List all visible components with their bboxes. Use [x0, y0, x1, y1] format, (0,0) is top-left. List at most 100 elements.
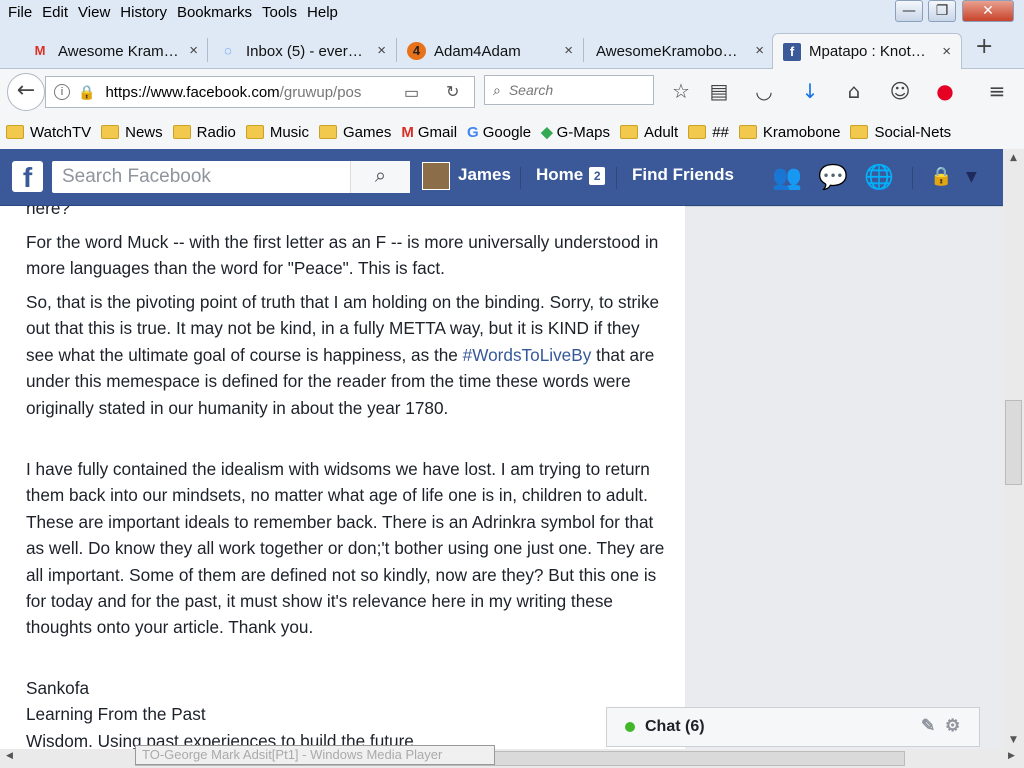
messages-icon[interactable]: 💬 — [818, 163, 848, 191]
profile-link[interactable]: James — [458, 165, 511, 185]
gmail-icon: M — [401, 123, 414, 141]
new-message-icon[interactable]: ✎ — [921, 716, 935, 736]
scroll-left-icon[interactable]: ◀ — [6, 751, 13, 761]
bookmarks-list-icon[interactable]: ▤ — [706, 79, 732, 103]
loading-icon: ◌ — [224, 43, 232, 58]
facebook-search-input[interactable]: Search Facebook ⌕ — [52, 161, 410, 193]
bookmark-social-nets[interactable]: Social-Nets — [850, 124, 951, 141]
folder-icon — [688, 125, 707, 139]
tab-close-icon[interactable]: × — [564, 42, 573, 59]
home-icon[interactable]: ⌂ — [841, 79, 867, 103]
tab-close-icon[interactable]: × — [942, 43, 951, 60]
tab-mpatapo[interactable]: f Mpatapo : Knot… × — [772, 33, 962, 69]
search-placeholder: Search — [508, 82, 554, 98]
tab-gmail[interactable]: M Awesome Kram… × — [20, 33, 208, 69]
lock-icon: 🔒 — [78, 83, 96, 100]
url-bar[interactable]: i 🔒 https://www.facebook.com/gruwup/pos … — [45, 76, 475, 108]
tab-close-icon[interactable]: × — [189, 42, 198, 59]
bookmark-gmail[interactable]: M Gmail — [401, 124, 457, 141]
pinterest-icon[interactable]: ● — [932, 79, 958, 103]
bookmark-google[interactable]: G Google — [467, 124, 531, 141]
facebook-search-placeholder: Search Facebook — [62, 166, 211, 187]
bookmark-games[interactable]: Games — [319, 124, 391, 141]
scroll-up-icon[interactable]: ▲ — [1003, 153, 1024, 163]
folder-icon — [319, 125, 338, 139]
url-host: https://www.facebook.com/gruwup/pos — [105, 83, 362, 101]
hashtag-link[interactable]: #WordsToLiveBy — [463, 345, 592, 365]
tab-label: Inbox (5) - ever… — [246, 42, 363, 60]
media-player-taskbar-item[interactable]: TO-George Mark Adsit[Pt1] - Windows Medi… — [135, 745, 495, 765]
nav-bar: ← i 🔒 https://www.facebook.com/gruwup/po… — [0, 69, 1024, 115]
folder-icon — [101, 125, 120, 139]
download-icon[interactable]: ↓ — [797, 79, 823, 103]
info-icon[interactable]: i — [54, 84, 70, 100]
menu-file[interactable]: File — [8, 4, 32, 21]
online-status-icon — [625, 722, 635, 732]
reader-view-icon[interactable]: ▭ — [404, 83, 419, 103]
facebook-logo[interactable]: f — [12, 161, 43, 193]
right-sidebar — [685, 206, 1003, 768]
folder-icon — [738, 125, 757, 139]
bookmark-adult[interactable]: Adult — [619, 124, 678, 141]
minimize-button[interactable]: — — [895, 0, 923, 22]
chat-bar[interactable]: Chat (6) ✎ ⚙ — [606, 707, 980, 747]
menu-bookmarks[interactable]: Bookmarks — [177, 4, 252, 21]
post-paragraph-1: For the word Muck -- with the first lett… — [26, 232, 659, 279]
bookmark-kramobone[interactable]: Kramobone — [738, 124, 840, 141]
menu-view[interactable]: View — [78, 4, 110, 21]
gmail-icon: M — [34, 43, 46, 58]
folder-icon — [6, 125, 24, 139]
bookmark-gmaps[interactable]: ◆ G-Maps — [541, 123, 610, 142]
tab-adam4adam[interactable]: 4 Adam4Adam × — [397, 33, 583, 69]
post-paragraph-3: I have fully contained the idealism with… — [26, 459, 665, 638]
find-friends-link[interactable]: Find Friends — [632, 165, 734, 185]
facebook-icon: f — [783, 42, 801, 61]
bookmark-hash[interactable]: ## — [688, 124, 729, 141]
emoji-icon[interactable]: ☺ — [887, 79, 913, 103]
bookmarks-bar: WatchTV News Radio Music Games M Gmail GG… — [0, 115, 1024, 149]
tab-awesomekramobone[interactable]: AwesomeKramobo… × — [584, 33, 774, 69]
vertical-scrollbar[interactable]: ▲ ▼ — [1003, 149, 1024, 749]
hamburger-menu-icon[interactable]: ≡ — [984, 79, 1010, 103]
tab-label: AwesomeKramobo… — [596, 42, 738, 60]
avatar[interactable] — [422, 162, 450, 190]
facebook-header: f Search Facebook ⌕ James Home 2 Find Fri… — [0, 149, 1003, 206]
chat-label: Chat (6) — [645, 718, 705, 735]
tab-bar: M Awesome Kram… × ◌ Inbox (5) - ever… × … — [0, 24, 1024, 69]
menu-tools[interactable]: Tools — [262, 4, 297, 21]
tab-close-icon[interactable]: × — [377, 42, 386, 59]
close-window-button[interactable]: ✕ — [962, 0, 1014, 22]
scroll-right-icon[interactable]: ▶ — [1008, 751, 1015, 761]
account-menu-chevron-down-icon[interactable]: ▼ — [966, 169, 977, 185]
search-input[interactable]: ⌕ Search — [484, 75, 654, 105]
new-tab-button[interactable]: + — [975, 34, 993, 59]
privacy-shortcuts-icon[interactable]: 🔒 — [930, 166, 952, 187]
bookmark-music[interactable]: Music — [245, 124, 309, 141]
bookmark-watchtv[interactable]: WatchTV — [6, 124, 91, 141]
menu-history[interactable]: History — [120, 4, 167, 21]
search-icon[interactable]: ⌕ — [350, 161, 410, 193]
scrollbar-thumb[interactable] — [1005, 400, 1022, 485]
menu-bar: File Edit View History Bookmarks Tools H… — [0, 0, 1024, 24]
tab-inbox[interactable]: ◌ Inbox (5) - ever… × — [208, 33, 396, 69]
menu-edit[interactable]: Edit — [42, 4, 68, 21]
scroll-down-icon[interactable]: ▼ — [1003, 735, 1024, 745]
home-link[interactable]: Home 2 — [536, 165, 606, 185]
gear-icon[interactable]: ⚙ — [945, 716, 960, 736]
reload-icon[interactable]: ↻ — [446, 82, 459, 102]
back-button[interactable]: ← — [7, 73, 45, 111]
tab-label: Adam4Adam — [434, 42, 521, 60]
friend-requests-icon[interactable]: 👥 — [772, 163, 802, 191]
folder-icon — [850, 125, 869, 139]
folder-icon — [172, 125, 191, 139]
tab-label: Awesome Kram… — [58, 42, 179, 60]
notifications-globe-icon[interactable]: 🌐 — [864, 163, 894, 191]
menu-help[interactable]: Help — [307, 4, 338, 21]
google-icon: G — [467, 123, 479, 141]
bookmark-news[interactable]: News — [101, 124, 163, 141]
bookmark-star-icon[interactable]: ☆ — [668, 79, 694, 103]
pocket-icon[interactable]: ◡ — [751, 79, 777, 103]
bookmark-radio[interactable]: Radio — [172, 124, 236, 141]
tab-close-icon[interactable]: × — [755, 42, 764, 59]
maximize-button[interactable]: ❐ — [928, 0, 956, 22]
